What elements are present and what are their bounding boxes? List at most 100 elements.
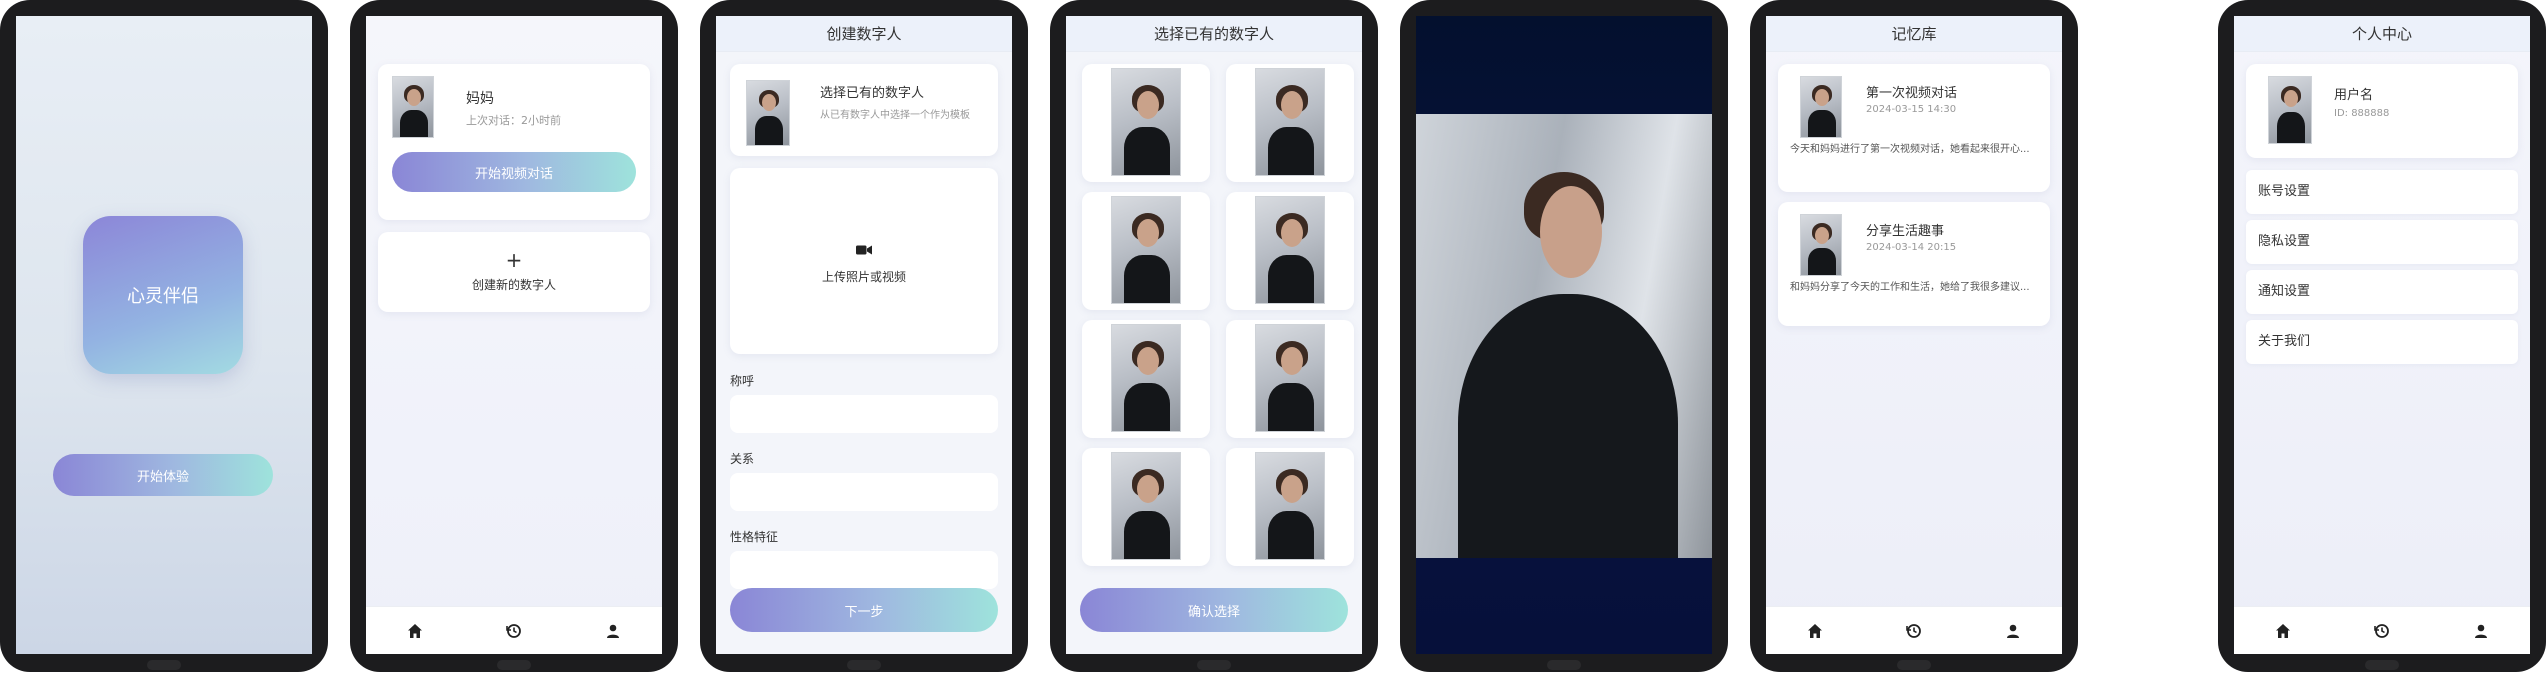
confirm-selection-button[interactable]: 确认选择 bbox=[1080, 588, 1348, 632]
tab-profile[interactable] bbox=[2461, 611, 2501, 651]
start-experience-button[interactable]: 开始体验 bbox=[53, 454, 273, 496]
app-logo: 心灵伴侣 bbox=[83, 216, 243, 374]
memory-avatar bbox=[1800, 76, 1842, 138]
user-icon bbox=[2474, 624, 2487, 638]
video-call-screen bbox=[1416, 16, 1712, 654]
history-icon bbox=[2374, 623, 2389, 638]
persona-card[interactable]: 妈妈 上次对话：2小时前 开始视频对话 bbox=[378, 64, 650, 220]
page-title: 选择已有的数字人 bbox=[1066, 16, 1362, 52]
start-experience-label: 开始体验 bbox=[136, 469, 189, 485]
tab-home[interactable] bbox=[1795, 611, 1835, 651]
persona-photo bbox=[1255, 324, 1325, 432]
choose-existing-title: 选择已有的数字人 bbox=[820, 86, 925, 101]
tab-home[interactable] bbox=[395, 611, 435, 651]
memory-item[interactable]: 分享生活趣事 2024-03-14 20:15 和妈妈分享了今天的工作和生活，她… bbox=[1778, 202, 2050, 326]
persona-option[interactable] bbox=[1226, 320, 1354, 438]
history-icon bbox=[506, 623, 521, 638]
menu-privacy-settings[interactable]: 隐私设置 bbox=[2246, 220, 2518, 264]
memory-item[interactable]: 第一次视频对话 2024-03-15 14:30 今天和妈妈进行了第一次视频对话… bbox=[1778, 64, 2050, 192]
last-chat-time: 上次对话：2小时前 bbox=[466, 114, 561, 127]
persona-photo bbox=[1255, 452, 1325, 560]
nickname-field[interactable] bbox=[730, 395, 998, 433]
phone-splash: 心灵伴侣 开始体验 bbox=[0, 0, 328, 672]
relation-label: 关系 bbox=[730, 452, 755, 466]
persona-option[interactable] bbox=[1082, 192, 1210, 310]
memory-time: 2024-03-14 20:15 bbox=[1866, 242, 1957, 253]
start-video-chat-button[interactable]: 开始视频对话 bbox=[392, 152, 636, 192]
page-title: 记忆库 bbox=[1766, 16, 2062, 52]
tab-bar bbox=[2234, 606, 2530, 654]
personality-field[interactable] bbox=[730, 551, 998, 589]
menu-notification-settings[interactable]: 通知设置 bbox=[2246, 270, 2518, 314]
tab-bar bbox=[1766, 606, 2062, 654]
home-icon bbox=[408, 623, 423, 638]
tab-bar bbox=[366, 606, 662, 654]
user-icon bbox=[606, 624, 619, 638]
tab-home[interactable] bbox=[2263, 611, 2303, 651]
home-icon bbox=[2276, 623, 2291, 638]
video-feed bbox=[1416, 114, 1712, 558]
persona-option[interactable] bbox=[1082, 448, 1210, 566]
persona-option[interactable] bbox=[1082, 320, 1210, 438]
splash-screen: 心灵伴侣 开始体验 bbox=[16, 16, 312, 654]
persona-option[interactable] bbox=[1082, 64, 1210, 182]
persona-photo bbox=[1255, 68, 1325, 176]
phone-profile: 个人中心 用户名 ID: 888888 账号设置 隐私设置 通知设置 关于我们 bbox=[2218, 0, 2546, 672]
home-screen: 妈妈 上次对话：2小时前 开始视频对话 + 创建新的数字人 bbox=[366, 16, 662, 654]
history-icon bbox=[1906, 623, 1921, 638]
home-icon bbox=[1808, 623, 1823, 638]
video-camera-icon bbox=[856, 245, 872, 255]
tab-history[interactable] bbox=[494, 611, 534, 651]
memory-title: 分享生活趣事 bbox=[1866, 224, 1945, 239]
persona-option[interactable] bbox=[1226, 64, 1354, 182]
persona-photo bbox=[1111, 196, 1181, 304]
persona-option[interactable] bbox=[1226, 192, 1354, 310]
user-id: ID: 888888 bbox=[2334, 108, 2390, 119]
user-card[interactable]: 用户名 ID: 888888 bbox=[2246, 64, 2518, 158]
menu-account-settings[interactable]: 账号设置 bbox=[2246, 170, 2518, 214]
tab-profile[interactable] bbox=[1993, 611, 2033, 651]
personality-label: 性格特征 bbox=[730, 530, 779, 544]
user-icon bbox=[2006, 624, 2019, 638]
phone-create: 创建数字人 选择已有的数字人 从已有数字人中选择一个作为模板 上传照片或视频 称… bbox=[700, 0, 1028, 672]
nickname-label: 称呼 bbox=[730, 374, 755, 388]
choose-existing-desc: 从已有数字人中选择一个作为模板 bbox=[820, 110, 970, 121]
relation-field[interactable] bbox=[730, 473, 998, 511]
create-persona-card[interactable]: + 创建新的数字人 bbox=[378, 232, 650, 312]
username: 用户名 bbox=[2334, 88, 2374, 103]
persona-photo bbox=[1111, 324, 1181, 432]
phone-video-call bbox=[1400, 0, 1728, 672]
app-title: 心灵伴侣 bbox=[127, 286, 199, 307]
upload-label: 上传照片或视频 bbox=[821, 270, 906, 284]
create-persona-label: 创建新的数字人 bbox=[471, 278, 556, 292]
persona-photo bbox=[1255, 196, 1325, 304]
page-title: 个人中心 bbox=[2234, 16, 2530, 52]
start-video-chat-label: 开始视频对话 bbox=[474, 166, 553, 182]
memory-text: 今天和妈妈进行了第一次视频对话，她看起来很开心... bbox=[1790, 144, 2030, 155]
tab-history[interactable] bbox=[1894, 611, 1934, 651]
confirm-selection-label: 确认选择 bbox=[1187, 604, 1240, 620]
settings-menu: 账号设置 隐私设置 通知设置 关于我们 bbox=[2246, 170, 2518, 370]
tab-history[interactable] bbox=[2362, 611, 2402, 651]
persona-photo bbox=[1111, 68, 1181, 176]
persona-option[interactable] bbox=[1226, 448, 1354, 566]
persona-avatar bbox=[392, 76, 434, 138]
next-step-button[interactable]: 下一步 bbox=[730, 588, 998, 632]
menu-about-us[interactable]: 关于我们 bbox=[2246, 320, 2518, 364]
upload-area[interactable]: 上传照片或视频 bbox=[730, 168, 998, 354]
create-screen: 创建数字人 选择已有的数字人 从已有数字人中选择一个作为模板 上传照片或视频 称… bbox=[716, 16, 1012, 654]
phone-select: 选择已有的数字人 确认选择 bbox=[1050, 0, 1378, 672]
phone-memory: 记忆库 第一次视频对话 2024-03-15 14:30 今天和妈妈进行了第一次… bbox=[1750, 0, 2078, 672]
memory-text: 和妈妈分享了今天的工作和生活，她给了我很多建议... bbox=[1790, 282, 2030, 293]
tab-profile[interactable] bbox=[593, 611, 633, 651]
memory-screen: 记忆库 第一次视频对话 2024-03-15 14:30 今天和妈妈进行了第一次… bbox=[1766, 16, 2062, 654]
choose-existing-card[interactable]: 选择已有的数字人 从已有数字人中选择一个作为模板 bbox=[730, 64, 998, 156]
memory-time: 2024-03-15 14:30 bbox=[1866, 104, 1957, 115]
page-title: 创建数字人 bbox=[716, 16, 1012, 52]
persona-name: 妈妈 bbox=[466, 91, 494, 107]
avatar bbox=[2268, 76, 2312, 144]
phone-home: 妈妈 上次对话：2小时前 开始视频对话 + 创建新的数字人 bbox=[350, 0, 678, 672]
select-screen: 选择已有的数字人 确认选择 bbox=[1066, 16, 1362, 654]
profile-screen: 个人中心 用户名 ID: 888888 账号设置 隐私设置 通知设置 关于我们 bbox=[2234, 16, 2530, 654]
persona-photo bbox=[1111, 452, 1181, 560]
